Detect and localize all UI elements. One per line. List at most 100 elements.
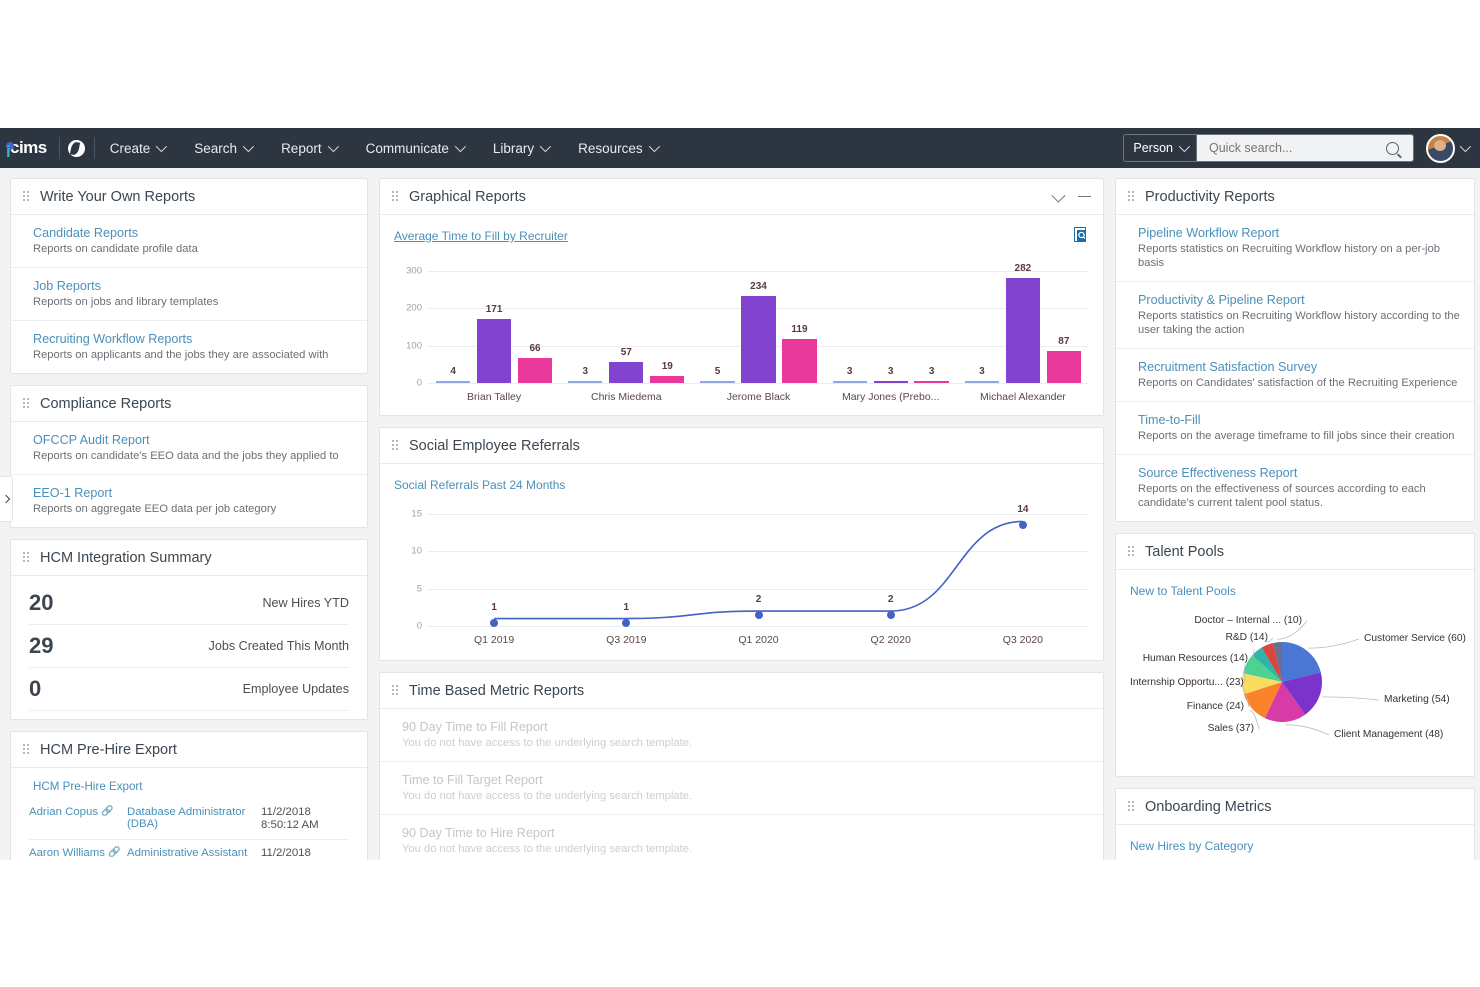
data-point[interactable] (1018, 521, 1027, 530)
minimize-icon[interactable] (1078, 195, 1091, 198)
drag-handle-icon[interactable] (23, 191, 32, 202)
bar[interactable]: 119 (782, 324, 817, 383)
chart-title-link-new-to-talent-pools[interactable]: New to Talent Pools (1130, 584, 1236, 598)
link-pipeline-workflow-report[interactable]: Pipeline Workflow Report (1138, 226, 1460, 240)
bar[interactable]: 234 (741, 281, 776, 383)
link-source-effectiveness-report[interactable]: Source Effectiveness Report (1138, 466, 1460, 480)
export-report-icon[interactable] (1074, 227, 1089, 244)
table-cell-job[interactable]: Database Administrator (DBA) (127, 806, 261, 832)
card-title: Graphical Reports (409, 188, 526, 205)
data-point[interactable] (886, 611, 895, 620)
list-item: Pipeline Workflow Report Reports statist… (1116, 215, 1474, 282)
search-input[interactable] (1207, 140, 1386, 156)
summary-row-employee-updates: 0 Employee Updates (29, 668, 349, 711)
list-item: 90 Day Time to Fill Report You do not ha… (380, 709, 1103, 762)
summary-label: New Hires YTD (262, 596, 349, 610)
chevron-down-icon[interactable] (1051, 188, 1066, 203)
bar[interactable]: 66 (517, 343, 553, 383)
chevron-down-icon (242, 140, 255, 153)
table-cell-job[interactable]: Administrative Assistant (127, 847, 261, 860)
drag-handle-icon[interactable] (23, 744, 32, 755)
link-productivity-pipeline-report[interactable]: Productivity & Pipeline Report (1138, 293, 1460, 307)
link-eeo-1-report[interactable]: EEO-1 Report (33, 486, 353, 500)
bar[interactable]: 3 (568, 366, 603, 383)
nav-item-library[interactable]: Library (478, 128, 563, 168)
chevron-down-icon (327, 140, 339, 153)
bar[interactable]: 282 (1005, 263, 1041, 383)
link-recruitment-satisfaction-survey[interactable]: Recruitment Satisfaction Survey (1138, 360, 1460, 374)
y-axis-tick: 200 (406, 302, 422, 314)
card-hcm-integration-summary: HCM Integration Summary 20 New Hires YTD… (10, 539, 368, 720)
pie-slice-label: Human Resources (14) (1142, 653, 1248, 664)
card-title: Talent Pools (1145, 543, 1224, 560)
card-productivity-reports: Productivity Reports Pipeline Workflow R… (1115, 178, 1475, 522)
x-axis-tick: Michael Alexander (979, 391, 1066, 403)
chart-title-link-avg-time-to-fill[interactable]: Average Time to Fill by Recruiter (394, 229, 568, 243)
y-axis-tick: 5 (416, 583, 422, 595)
chart-title-link-new-hires-by-category[interactable]: New Hires by Category (1130, 839, 1253, 853)
bar[interactable]: 3 (914, 366, 949, 383)
drag-handle-icon[interactable] (23, 398, 32, 409)
nav-item-search[interactable]: Search (179, 128, 266, 168)
link-time-to-fill-target-report: Time to Fill Target Report (402, 773, 543, 787)
search-scope-dropdown[interactable]: Person (1124, 135, 1197, 161)
table-cell-name[interactable]: Aaron Williams 🔗 (29, 847, 127, 860)
list-item-desc: Reports on applicants and the jobs they … (33, 349, 329, 361)
summary-label: Jobs Created This Month (208, 639, 349, 653)
left-panel-expand-toggle[interactable] (0, 476, 13, 522)
card-write-your-own-reports: Write Your Own Reports Candidate Reports… (10, 178, 368, 374)
line-chart-container: Social Referrals Past 24 Months 0 5 10 15 Q1… (380, 464, 1103, 660)
drag-handle-icon[interactable] (1128, 191, 1137, 202)
list-item-desc: Reports on Candidates' satisfaction of t… (1138, 377, 1458, 389)
search-icon[interactable] (1386, 141, 1399, 155)
bar[interactable]: 5 (700, 366, 735, 383)
nav-label-communicate: Communicate (365, 140, 449, 156)
icims-logo[interactable]: i cims (0, 138, 59, 161)
nav-item-create[interactable]: Create (95, 128, 180, 168)
drag-handle-icon[interactable] (1128, 801, 1137, 812)
data-point[interactable] (490, 618, 499, 627)
link-time-to-fill[interactable]: Time-to-Fill (1138, 413, 1460, 427)
quick-search-field[interactable] (1197, 135, 1413, 161)
bar[interactable]: 3 (832, 366, 867, 383)
table-subtitle[interactable]: HCM Pre-Hire Export (11, 768, 367, 799)
pie-slice-label: Doctor – Internal ... (10) (1194, 615, 1302, 626)
card-header: Talent Pools (1116, 534, 1474, 570)
link-job-reports[interactable]: Job Reports (33, 279, 353, 293)
list-item: Source Effectiveness Report Reports on t… (1116, 455, 1474, 521)
chevron-down-icon[interactable] (1459, 140, 1472, 153)
bar[interactable]: 87 (1046, 336, 1082, 383)
table-cell-name[interactable]: Adrian Copus 🔗 (29, 806, 127, 832)
data-point[interactable] (622, 618, 631, 627)
card-header: Onboarding Metrics (1116, 789, 1474, 825)
nav-label-search: Search (194, 140, 238, 156)
drag-handle-icon[interactable] (392, 440, 401, 451)
link-recruiting-workflow-reports[interactable]: Recruiting Workflow Reports (33, 332, 353, 346)
card-title: Compliance Reports (40, 395, 172, 412)
nav-item-report[interactable]: Report (266, 128, 351, 168)
bar[interactable]: 57 (609, 347, 644, 383)
bar[interactable]: 3 (873, 366, 908, 383)
x-axis-tick: Brian Talley (467, 391, 522, 403)
bar[interactable]: 19 (650, 361, 685, 383)
avatar[interactable] (1426, 133, 1455, 163)
data-point[interactable] (754, 611, 763, 620)
y-axis-tick: 15 (411, 508, 422, 520)
list-item-desc: You do not have access to the underlying… (402, 737, 693, 749)
nav-item-resources[interactable]: Resources (563, 128, 672, 168)
link-candidate-reports[interactable]: Candidate Reports (33, 226, 353, 240)
bar-value-label: 3 (846, 366, 853, 377)
nav-item-communicate[interactable]: Communicate (351, 128, 478, 168)
link-ofccp-audit-report[interactable]: OFCCP Audit Report (33, 433, 353, 447)
drag-handle-icon[interactable] (23, 552, 32, 563)
drag-handle-icon[interactable] (392, 685, 401, 696)
bar[interactable]: 3 (964, 366, 1000, 383)
brand-leaf-icon[interactable] (60, 139, 94, 157)
chart-title-link-social-referrals[interactable]: Social Referrals Past 24 Months (394, 478, 565, 492)
drag-handle-icon[interactable] (1128, 546, 1137, 557)
pie-chart-container: New to Talent Pools Customer Service (60… (1116, 570, 1474, 776)
bar[interactable]: 4 (435, 366, 471, 383)
list-item: Job Reports Reports on jobs and library … (11, 268, 367, 321)
bar[interactable]: 171 (476, 304, 512, 383)
drag-handle-icon[interactable] (392, 191, 401, 202)
